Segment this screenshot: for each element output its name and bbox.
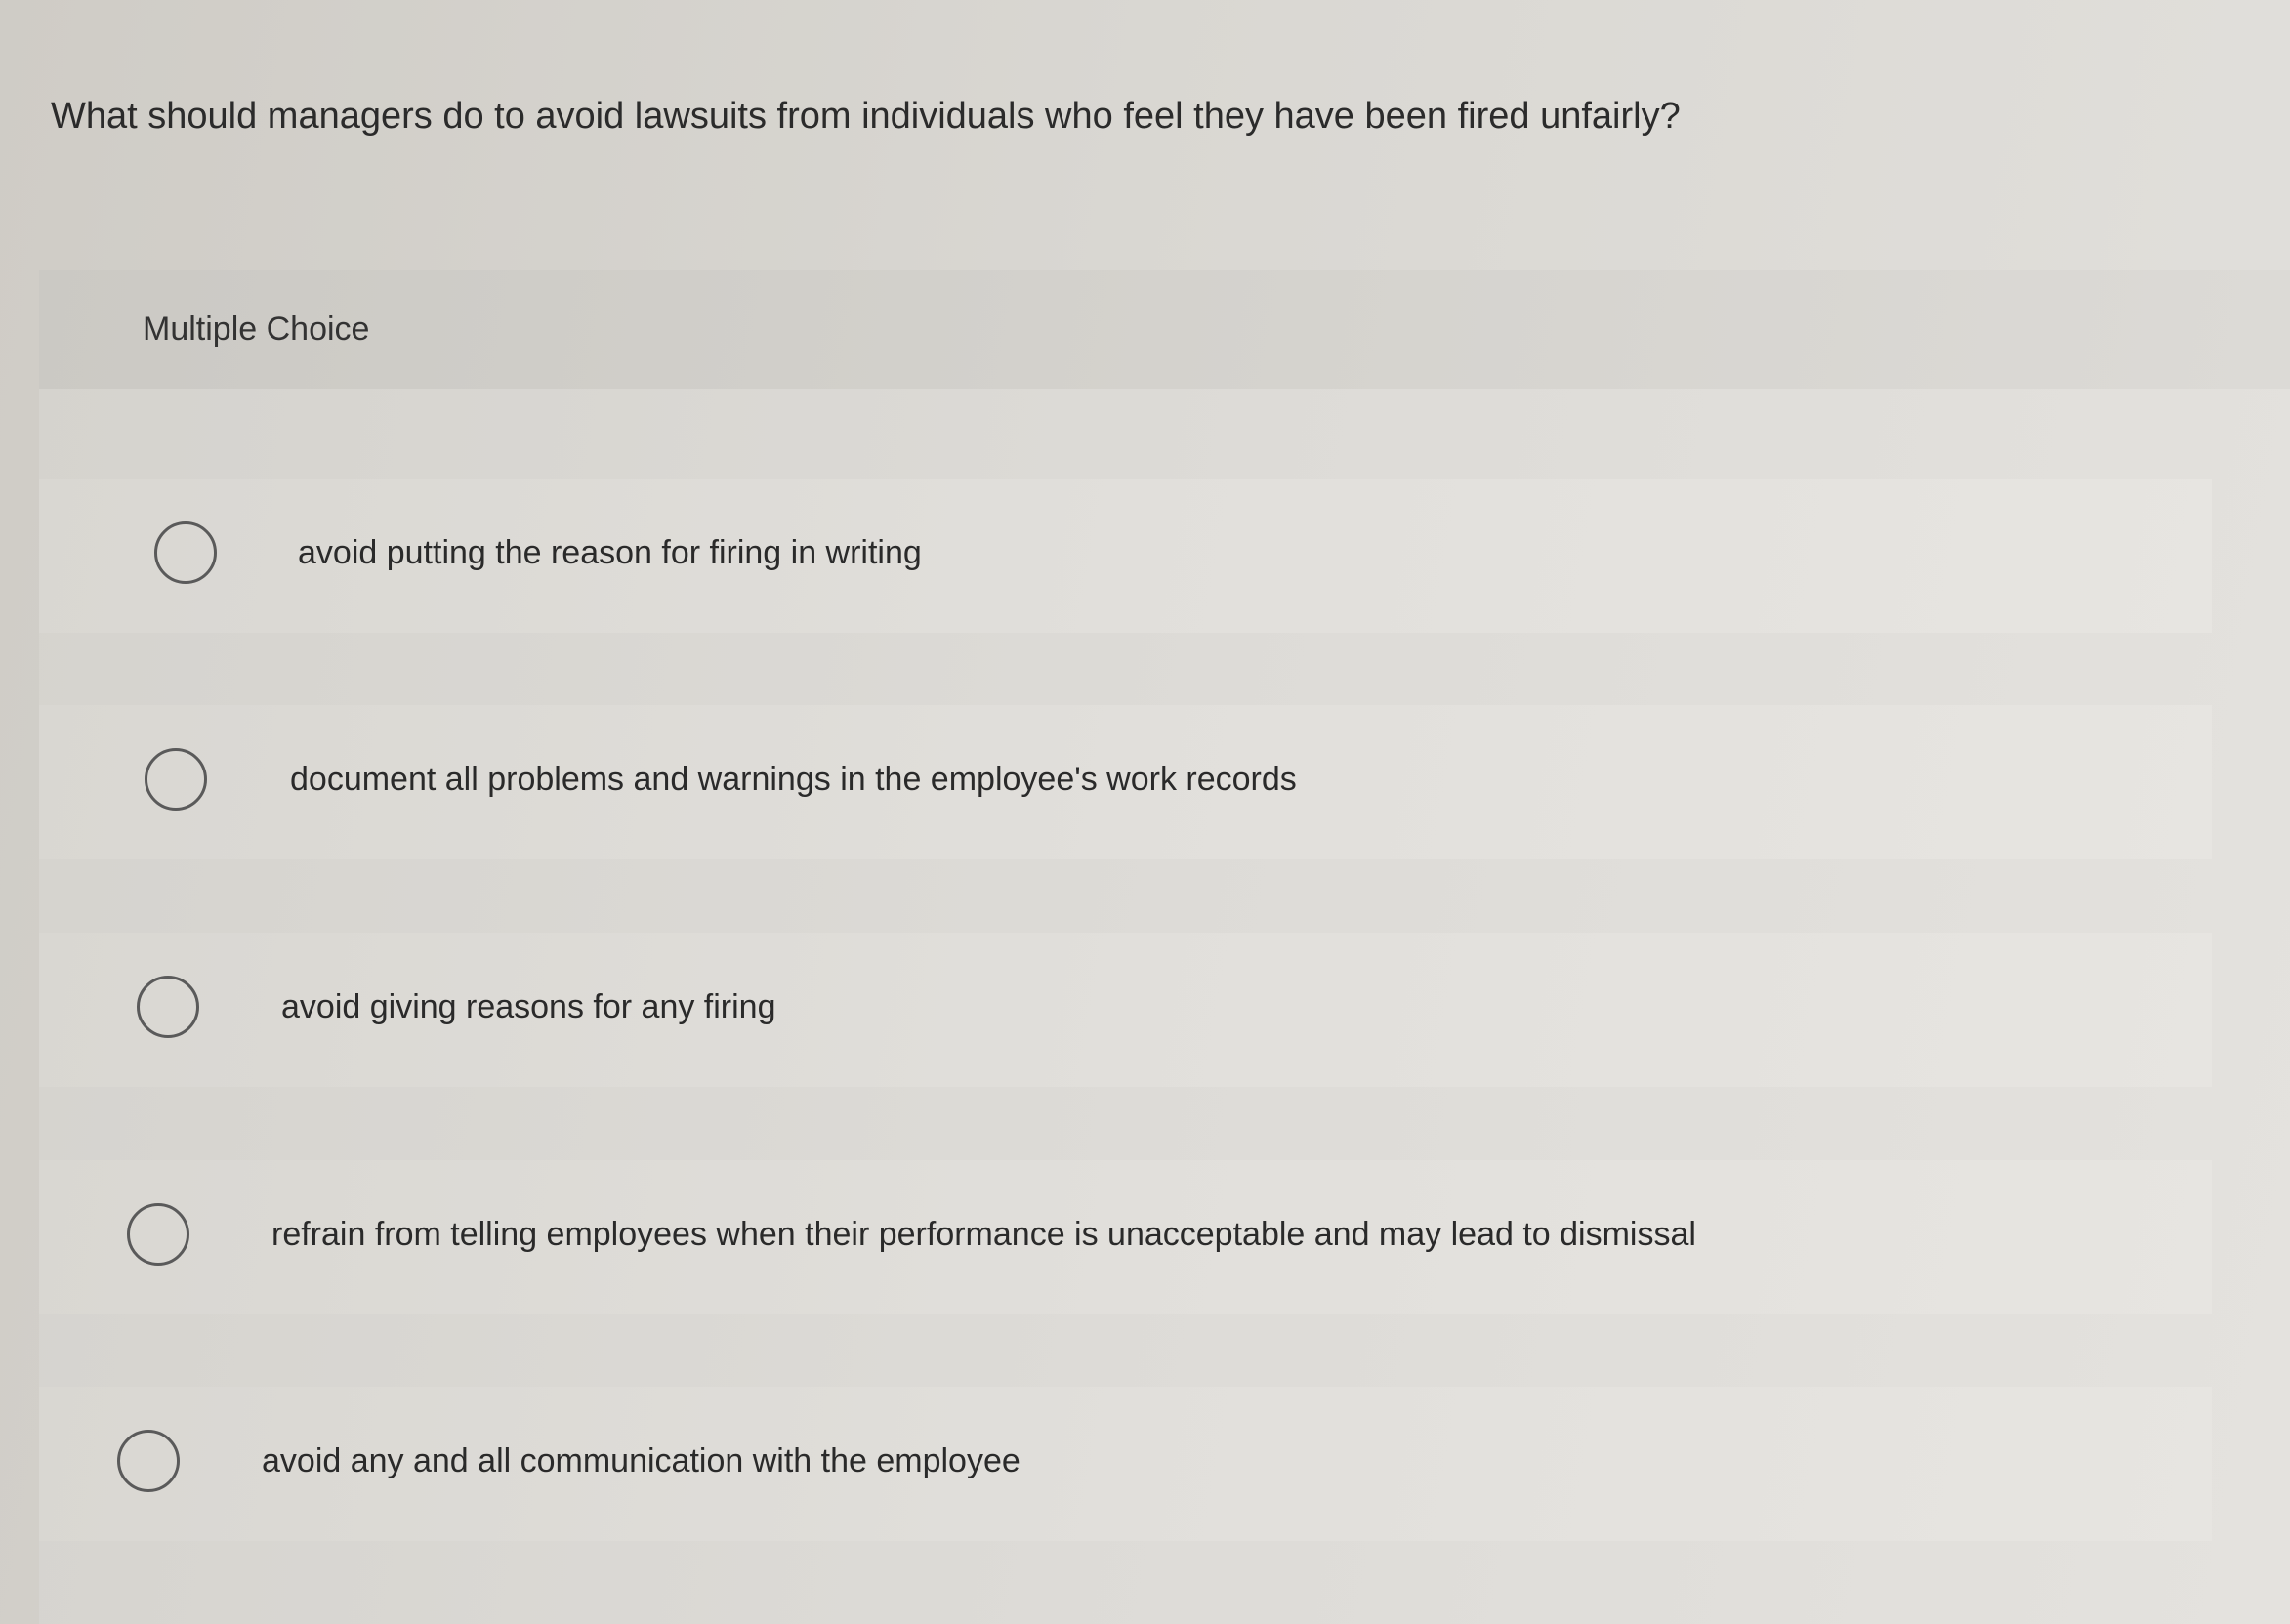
answer-option-label: refrain from telling employees when thei… xyxy=(271,1216,1696,1253)
answer-option-4[interactable]: refrain from telling employees when thei… xyxy=(39,1160,2212,1314)
question-text: What should managers do to avoid lawsuit… xyxy=(51,96,1681,137)
answer-option-2[interactable]: document all problems and warnings in th… xyxy=(39,705,2212,859)
answer-option-label: avoid any and all communication with the… xyxy=(262,1442,1020,1479)
answer-option-label: avoid giving reasons for any firing xyxy=(281,988,776,1025)
answer-option-5[interactable]: avoid any and all communication with the… xyxy=(39,1387,2212,1541)
answer-option-label: document all problems and warnings in th… xyxy=(290,761,1297,798)
radio-button-icon[interactable] xyxy=(137,976,199,1038)
quiz-page: What should managers do to avoid lawsuit… xyxy=(0,0,2290,1624)
radio-button-icon[interactable] xyxy=(154,521,217,584)
radio-button-icon[interactable] xyxy=(145,748,207,811)
answer-option-3[interactable]: avoid giving reasons for any firing xyxy=(39,933,2212,1087)
multiple-choice-label: Multiple Choice xyxy=(143,311,370,348)
radio-button-icon[interactable] xyxy=(127,1203,189,1266)
answer-option-label: avoid putting the reason for firing in w… xyxy=(298,534,922,571)
radio-button-icon[interactable] xyxy=(117,1430,180,1492)
answer-option-1[interactable]: avoid putting the reason for firing in w… xyxy=(39,479,2212,633)
multiple-choice-header: Multiple Choice xyxy=(39,270,2290,389)
